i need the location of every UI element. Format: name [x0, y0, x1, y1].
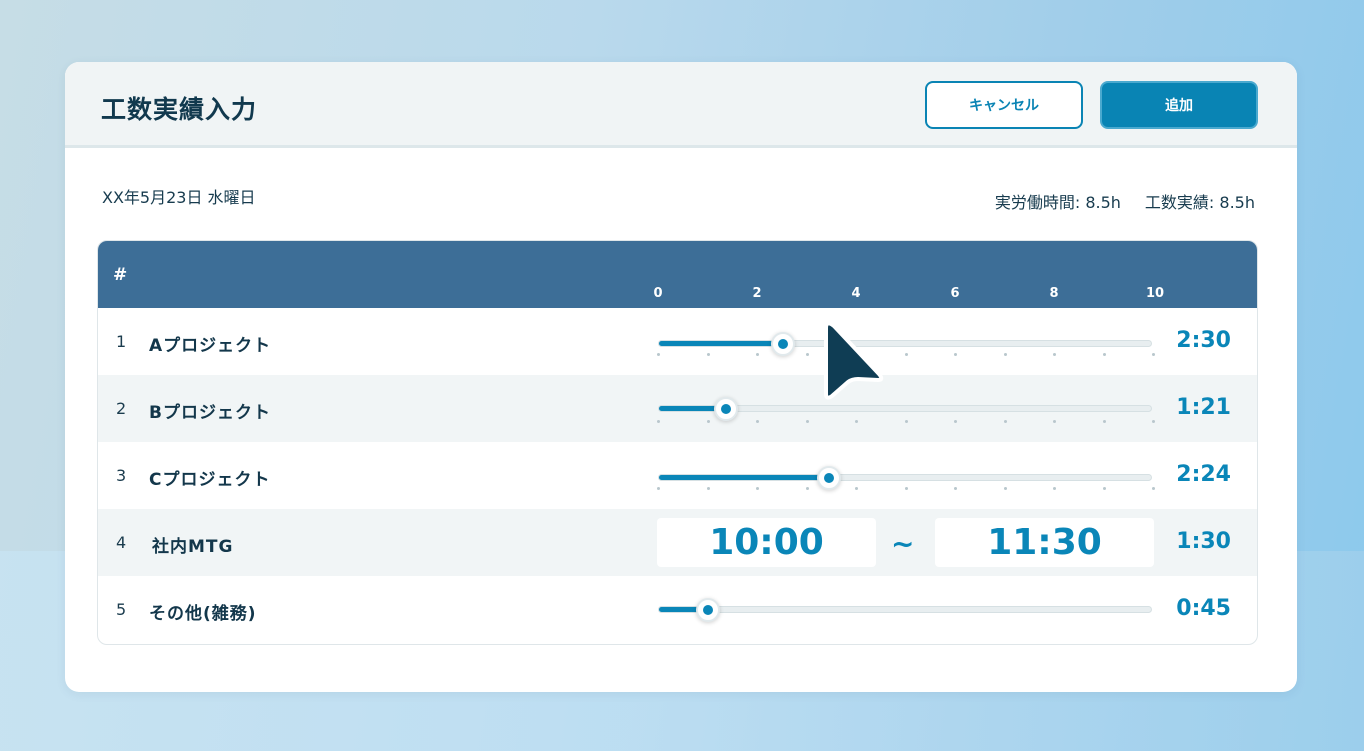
row-number: 5 [116, 600, 127, 619]
slider-fill [659, 341, 783, 346]
hours-slider[interactable] [658, 598, 1152, 622]
tick-dot [805, 420, 809, 423]
tick-dot [904, 487, 908, 490]
tick-dot [805, 487, 809, 490]
tick-dot [756, 487, 759, 490]
page-title: 工数実績入力 [101, 95, 258, 124]
tick-dot [1053, 487, 1056, 490]
row-project-name: 社内MTG [152, 537, 234, 557]
slider-thumb[interactable] [771, 332, 795, 356]
range-separator: ~ [891, 527, 915, 560]
tick-dot [1003, 487, 1007, 490]
mouse-pointer-icon [824, 321, 884, 400]
tick-dot [1152, 420, 1155, 423]
tick-dot [1102, 420, 1106, 423]
table-row: 5 その他(雑務) 0:45 [98, 576, 1257, 643]
scale-label-6: 6 [950, 286, 960, 301]
tick-dot [657, 420, 660, 423]
row-hours: 0:45 [1176, 596, 1231, 621]
end-time-input[interactable]: 11:30 [935, 518, 1154, 567]
hours-slider[interactable] [658, 332, 1152, 356]
summary: 実労働時間: 8.5h 工数実績: 8.5h [995, 189, 1255, 213]
tick-dot [1053, 353, 1056, 356]
row-number: 4 [116, 533, 127, 552]
start-time-input[interactable]: 10:00 [657, 518, 876, 567]
timesheet-card: 工数実績入力 キャンセル 追加 XX年5月23日 水曜日 実労働時間: 8.5h… [65, 62, 1297, 692]
scale-label-8: 8 [1049, 286, 1059, 301]
row-project-name: Bプロジェクト [149, 403, 271, 423]
tick-dot [954, 487, 957, 490]
tick-dot [657, 353, 660, 356]
row-number: 3 [116, 466, 127, 485]
slider-fill [659, 475, 829, 480]
date-label: XX年5月23日 水曜日 [102, 188, 256, 207]
tick-dot [1152, 487, 1155, 490]
hours-slider[interactable] [658, 466, 1152, 490]
scale-label-2: 2 [752, 286, 762, 301]
tick-dot [954, 353, 957, 356]
tick-dot [706, 420, 710, 423]
table-row: 3 Cプロジェクト 2:24 [98, 442, 1257, 509]
tick-dot [657, 487, 660, 490]
table-header: # 0 2 4 6 8 10 [98, 241, 1257, 308]
tick-dot [954, 420, 957, 423]
hash-header: # [113, 265, 128, 285]
tick-dot [855, 420, 858, 423]
tick-dot [904, 353, 908, 356]
tick-dot [1102, 353, 1106, 356]
scale-label-4: 4 [851, 286, 861, 301]
tick-dot [1152, 353, 1155, 356]
hours-table: # 0 2 4 6 8 10 1 Aプロジェクト 2:30 2 Bプロジェクト [97, 240, 1258, 645]
tick-dot [805, 353, 809, 356]
tick-dot [855, 487, 858, 490]
actual-work-hours: 実労働時間: 8.5h [994, 193, 1121, 212]
man-hours-total: 工数実績: 8.5h [1144, 193, 1255, 212]
table-row: 2 Bプロジェクト 1:21 [98, 375, 1257, 442]
cancel-button[interactable]: キャンセル [925, 81, 1083, 129]
row-number: 2 [116, 399, 127, 418]
tick-dot [1053, 420, 1056, 423]
row-hours: 1:30 [1176, 529, 1231, 554]
tick-dot [1102, 487, 1106, 490]
row-hours: 2:24 [1176, 462, 1231, 487]
hours-slider[interactable] [658, 397, 1152, 421]
scale-label-10: 10 [1145, 286, 1165, 301]
row-hours: 1:21 [1176, 395, 1231, 420]
tick-dot [1003, 353, 1007, 356]
tick-dot [904, 420, 908, 423]
slider-thumb[interactable] [817, 466, 841, 490]
slider-thumb[interactable] [714, 397, 738, 421]
slider-thumb[interactable] [696, 598, 720, 622]
add-button[interactable]: 追加 [1100, 81, 1258, 129]
row-project-name: Aプロジェクト [149, 336, 272, 356]
tick-dot [756, 420, 759, 423]
scale-label-0: 0 [653, 286, 663, 301]
tick-dot [706, 487, 710, 490]
row-number: 1 [116, 332, 127, 351]
row-hours: 2:30 [1176, 328, 1231, 353]
row-project-name: その他(雑務) [149, 604, 257, 624]
row-project-name: Cプロジェクト [149, 470, 271, 490]
table-row: 4 社内MTG 10:00 ~ 11:30 1:30 [98, 509, 1257, 576]
tick-dot [706, 353, 710, 356]
card-header: 工数実績入力 キャンセル 追加 [65, 62, 1297, 148]
tick-dot [1003, 420, 1007, 423]
table-row: 1 Aプロジェクト 2:30 [98, 308, 1257, 375]
tick-dot [756, 353, 759, 356]
